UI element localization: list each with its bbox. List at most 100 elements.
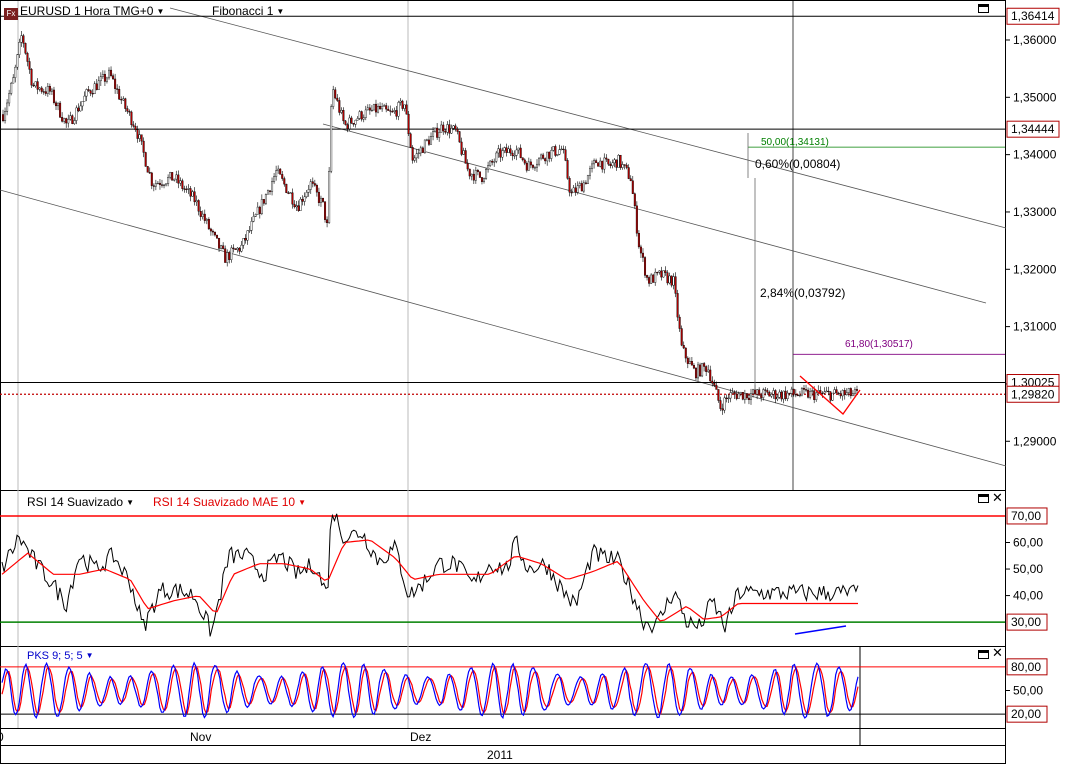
candle — [57, 102, 60, 107]
candle — [491, 160, 494, 163]
candle — [713, 383, 716, 386]
candle — [690, 361, 693, 366]
candle — [554, 146, 557, 156]
candle — [560, 148, 563, 151]
candle — [603, 157, 606, 170]
candle — [187, 188, 190, 190]
candle — [776, 397, 779, 400]
symbol-selector[interactable]: Fx EURUSD 1 Hora TMG+0 ▼ — [4, 4, 164, 20]
candle — [97, 80, 100, 90]
candle — [705, 366, 708, 372]
candle — [144, 152, 147, 167]
candle — [71, 115, 74, 124]
candle — [721, 408, 724, 411]
candle — [756, 389, 759, 395]
candle — [315, 185, 318, 193]
candle — [588, 168, 591, 176]
candle — [853, 389, 856, 394]
candle — [350, 117, 353, 124]
candle — [827, 390, 830, 393]
candle — [668, 275, 671, 284]
candle — [273, 176, 276, 182]
candle — [641, 252, 644, 258]
maximize-pks-panel-button[interactable] — [978, 650, 989, 659]
study-selector[interactable]: Fibonacci 1 ▼ — [212, 4, 284, 18]
candle — [220, 245, 223, 249]
rsi-selector[interactable]: RSI 14 Suavizado ▼ — [27, 495, 134, 509]
candle — [256, 206, 259, 215]
candle — [360, 111, 363, 120]
candle — [271, 181, 274, 192]
candle — [845, 392, 848, 396]
candle — [656, 271, 659, 274]
candle — [334, 89, 337, 99]
candle — [158, 182, 161, 185]
candle — [252, 216, 255, 222]
candle — [16, 54, 19, 68]
candle — [234, 248, 237, 250]
candle — [189, 188, 192, 197]
candle — [725, 397, 728, 399]
candle — [493, 161, 496, 163]
candle — [140, 134, 143, 142]
candle — [707, 369, 710, 372]
candle — [120, 99, 123, 101]
candle — [24, 43, 27, 54]
candle — [352, 123, 355, 125]
candle — [260, 199, 263, 214]
candle — [758, 389, 761, 396]
price-value-label: 1,29820 — [1011, 387, 1055, 401]
candle — [203, 213, 206, 221]
candle — [489, 160, 492, 166]
candle — [747, 397, 750, 401]
rsi-panel-frame — [0, 490, 1006, 647]
candle — [95, 83, 98, 90]
candle — [52, 89, 55, 103]
candle — [344, 120, 347, 125]
candle — [550, 150, 553, 159]
chevron-down-icon: ▼ — [85, 651, 94, 660]
candle — [293, 203, 296, 208]
candle — [216, 234, 219, 239]
candle — [218, 237, 221, 249]
candle — [741, 391, 744, 400]
candle — [4, 111, 7, 122]
price-tick-label: 1,31000 — [1013, 320, 1057, 334]
candle — [269, 190, 272, 192]
candle — [811, 390, 814, 392]
candle — [483, 178, 486, 182]
candle — [629, 178, 632, 181]
symbol-label: EURUSD 1 Hora TMG+0 — [20, 4, 154, 18]
candle — [572, 187, 575, 193]
candle — [436, 127, 439, 138]
candle — [148, 172, 151, 174]
candle — [580, 183, 583, 192]
candle — [150, 172, 153, 186]
candle — [633, 193, 636, 207]
candle — [562, 148, 565, 151]
chevron-down-icon: ▼ — [298, 498, 306, 507]
candle — [821, 392, 824, 395]
candle — [381, 106, 384, 110]
candle — [660, 270, 663, 278]
candle — [169, 172, 172, 178]
candle — [517, 147, 520, 151]
candle — [238, 247, 241, 252]
candle — [582, 182, 585, 192]
candle — [682, 345, 685, 349]
close-pks-panel-icon[interactable]: ✕ — [992, 647, 1003, 660]
maximize-rsi-panel-button[interactable] — [978, 494, 989, 503]
candle — [419, 147, 422, 154]
candle — [644, 257, 647, 276]
candle — [798, 394, 801, 397]
chart-canvas[interactable]: 50,00(1,34131) 0,60%(0,00804) 2,84%(0,0379… — [0, 0, 1070, 764]
pks-selector[interactable]: PKS 9; 5; 5 ▼ — [27, 650, 94, 662]
close-rsi-panel-icon[interactable]: ✕ — [992, 492, 1003, 505]
candle — [723, 397, 726, 411]
candle — [163, 184, 166, 186]
candle — [807, 389, 810, 398]
candle — [843, 390, 846, 396]
maximize-price-panel-button[interactable] — [978, 4, 989, 13]
rsi-ma-selector[interactable]: RSI 14 Suavizado MAE 10 ▼ — [153, 495, 306, 509]
candle — [591, 163, 594, 169]
